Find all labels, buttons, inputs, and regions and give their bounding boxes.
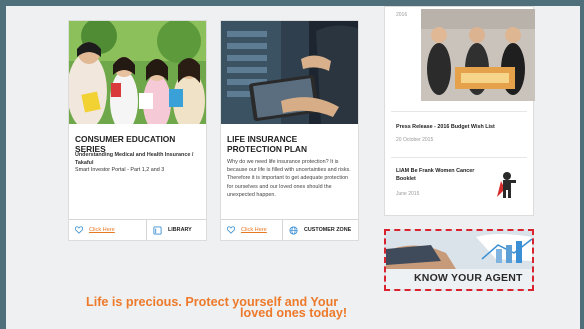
server-handshake-photo (221, 21, 358, 124)
news-date: 20 October 2015 (396, 137, 434, 143)
customer-zone-label: CUSTOMER ZONE (304, 227, 352, 233)
card-title: LIFE INSURANCE PROTECTION PLAN (227, 134, 308, 154)
click-here-link[interactable]: Click Here (89, 227, 115, 233)
know-your-agent-label: KNOW YOUR AGENT (414, 272, 523, 284)
news-title[interactable]: Press Release - 2016 Budget Wish List (396, 124, 526, 132)
click-here-link[interactable]: Click Here (241, 227, 267, 233)
card-footer-left: Click Here (69, 220, 145, 240)
card-subtitle-text: Smart Investor Portal - Part 1,2 and 3 (75, 167, 165, 173)
customer-zone-button[interactable]: CUSTOMER ZONE (282, 220, 361, 240)
card-footer: Click Here LIBRARY (69, 219, 206, 240)
superhero-icon (497, 172, 516, 198)
awards-photo[interactable] (421, 9, 535, 101)
card-footer: Click Here CUSTOMER ZONE (221, 219, 358, 240)
divider (391, 111, 527, 112)
heart-icon[interactable] (75, 226, 83, 234)
library-label: LIBRARY (168, 227, 192, 233)
card-body: Why do we need life insurance protection… (227, 159, 351, 198)
news-date: 2016 (396, 12, 408, 18)
globe-icon (289, 225, 298, 235)
library-button[interactable]: LIBRARY (146, 220, 209, 240)
divider (391, 157, 527, 158)
news-date: June 2015 (396, 191, 420, 197)
life-insurance-card: LIFE INSURANCE PROTECTION PLAN Why do we… (220, 20, 359, 241)
know-your-agent-banner[interactable]: KNOW YOUR AGENT (384, 229, 534, 291)
card-subtitle-bold: Understanding Medical and Health Insuran… (75, 152, 194, 166)
news-sidebar: 2016 Press Release - 2016 Budget Wish Li… (384, 6, 535, 216)
consumer-education-card: CONSUMER EDUCATION SERIES Understanding … (68, 20, 207, 241)
news-title[interactable]: LIAM Be Frank Women Cancer Booklet (396, 168, 476, 183)
card-subtitle: Understanding Medical and Health Insuran… (75, 152, 200, 175)
slogan-line-2: loved ones today! (240, 306, 348, 320)
book-icon (153, 225, 162, 235)
students-photo (69, 21, 206, 124)
card-title: CONSUMER EDUCATION SERIES (75, 134, 176, 154)
heart-icon[interactable] (227, 226, 235, 234)
card-footer-left: Click Here (221, 220, 283, 240)
